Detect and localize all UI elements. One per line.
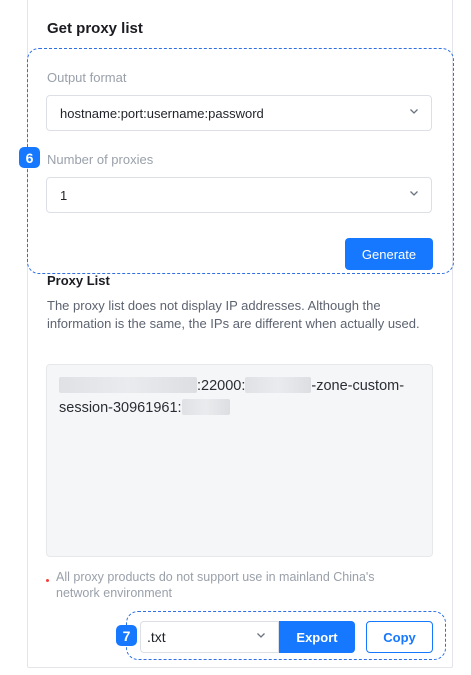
notice-text: All proxy products do not support use in… bbox=[56, 570, 375, 600]
proxy-port: :22000: bbox=[197, 378, 246, 394]
proxy-list-description: The proxy list does not display IP addre… bbox=[47, 298, 420, 331]
step-badge-7: 7 bbox=[116, 625, 137, 646]
redacted-password bbox=[181, 399, 230, 415]
proxy-list-textarea[interactable]: :22000: -zone-custom- session-30961961: bbox=[46, 364, 433, 557]
chevron-down-icon bbox=[409, 188, 419, 198]
panel-title: Get proxy list bbox=[47, 20, 143, 37]
number-of-proxies-label: Number of proxies bbox=[47, 152, 154, 167]
file-format-select[interactable]: .txt bbox=[140, 621, 279, 653]
export-button[interactable]: Export bbox=[279, 621, 355, 653]
chevron-down-icon bbox=[256, 630, 266, 640]
redacted-username bbox=[245, 377, 312, 393]
proxy-session: session-30961961: bbox=[59, 400, 182, 416]
proxy-line-2: session-30961961: bbox=[59, 397, 420, 419]
output-format-value: hostname:port:username:password bbox=[60, 105, 264, 121]
output-format-select[interactable]: hostname:port:username:password bbox=[46, 95, 432, 131]
redacted-host bbox=[59, 377, 197, 393]
step-badge-6: 6 bbox=[19, 147, 40, 168]
proxy-zone: -zone-custom- bbox=[311, 378, 405, 394]
generate-button[interactable]: Generate bbox=[345, 238, 433, 270]
output-format-label: Output format bbox=[47, 70, 127, 85]
copy-button[interactable]: Copy bbox=[366, 621, 433, 653]
proxy-line-1: :22000: -zone-custom- bbox=[59, 375, 420, 397]
proxy-list-title: Proxy List bbox=[47, 273, 110, 288]
number-of-proxies-select[interactable]: 1 bbox=[46, 177, 432, 213]
number-of-proxies-value: 1 bbox=[60, 187, 68, 203]
notice: All proxy products do not support use in… bbox=[47, 569, 417, 601]
file-format-value: .txt bbox=[147, 629, 166, 645]
chevron-down-icon bbox=[409, 106, 419, 116]
